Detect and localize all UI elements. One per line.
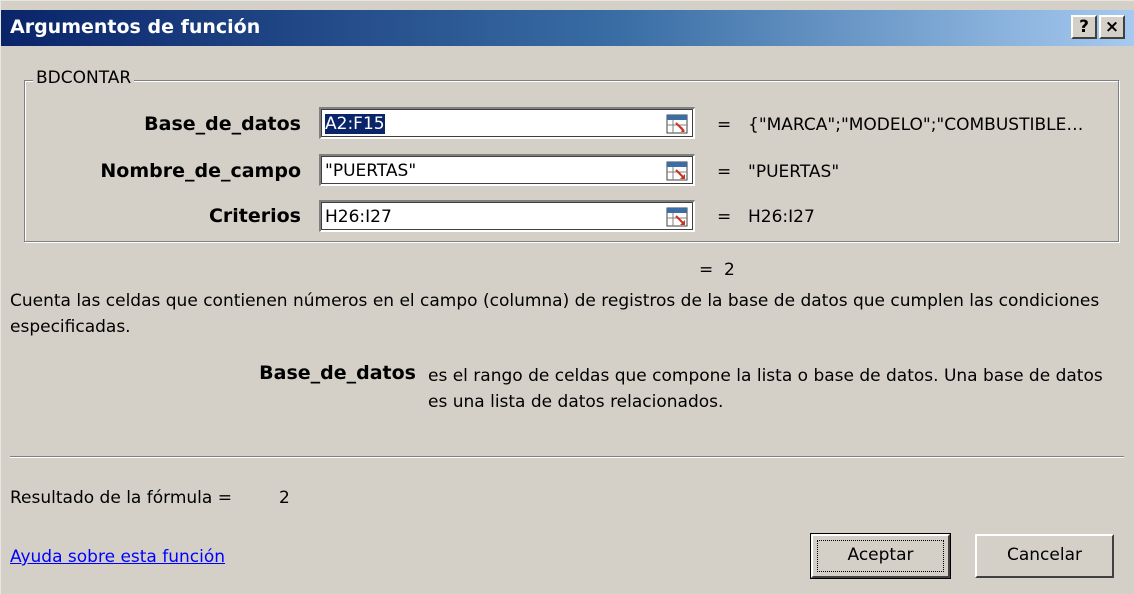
base-de-datos-input[interactable]: A2:F15 — [319, 107, 695, 139]
help-button[interactable]: ? — [1071, 15, 1097, 39]
accept-button[interactable]: Aceptar — [810, 533, 951, 579]
function-result-value: 2 — [724, 260, 735, 280]
function-description: Cuenta las celdas que contienen números … — [10, 291, 1100, 337]
criterios-value: H26:I27 — [325, 207, 392, 227]
criterios-input[interactable]: H26:I27 — [319, 200, 695, 232]
focus-rectangle — [817, 540, 944, 572]
close-button[interactable]: × — [1099, 15, 1125, 39]
function-result-equals: = — [699, 260, 714, 280]
arg-label-nombre-de-campo: Nombre_de_campo — [100, 160, 301, 182]
separator — [10, 456, 1124, 458]
formula-result-label: Resultado de la fórmula = — [10, 488, 232, 508]
arg-label-criterios: Criterios — [208, 205, 301, 227]
function-arguments-group: BDCONTAR Base_de_datos A2:F15 = {"MARCA"… — [24, 68, 1119, 242]
nombre-de-campo-value: "PUERTAS" — [325, 161, 417, 181]
cancel-button[interactable]: Cancelar — [975, 534, 1114, 578]
formula-result-value: 2 — [279, 488, 290, 508]
range-selector-icon[interactable] — [666, 207, 688, 227]
arg-equals-sign: = — [717, 207, 732, 227]
title-bar[interactable]: Argumentos de función ? × — [1, 10, 1134, 46]
arg-label-base-de-datos: Base_de_datos — [144, 113, 301, 135]
param-help-text: es el rango de celdas que compone la lis… — [428, 366, 1103, 412]
function-name: BDCONTAR — [33, 68, 135, 88]
close-icon: × — [1104, 17, 1120, 37]
function-help-link[interactable]: Ayuda sobre esta función — [10, 547, 225, 567]
arg-equals-sign: = — [717, 162, 732, 182]
function-arguments-dialog: Argumentos de función ? × BDCONTAR Base_… — [0, 0, 1134, 594]
help-icon: ? — [1079, 17, 1089, 37]
base-de-datos-value: A2:F15 — [325, 114, 385, 134]
range-selector-icon[interactable] — [666, 161, 688, 181]
dialog-title: Argumentos de función — [10, 16, 261, 38]
arg-equals-sign: = — [717, 115, 732, 135]
arg-result-nombre-de-campo: "PUERTAS" — [748, 162, 840, 182]
cancel-button-label: Cancelar — [1007, 545, 1082, 565]
nombre-de-campo-input[interactable]: "PUERTAS" — [319, 154, 695, 186]
arg-result-base-de-datos: {"MARCA";"MODELO";"COMBUSTIBLE… — [748, 115, 1084, 135]
range-selector-icon[interactable] — [666, 114, 688, 134]
param-help-name: Base_de_datos — [259, 362, 416, 384]
arg-result-criterios: H26:I27 — [748, 207, 815, 227]
